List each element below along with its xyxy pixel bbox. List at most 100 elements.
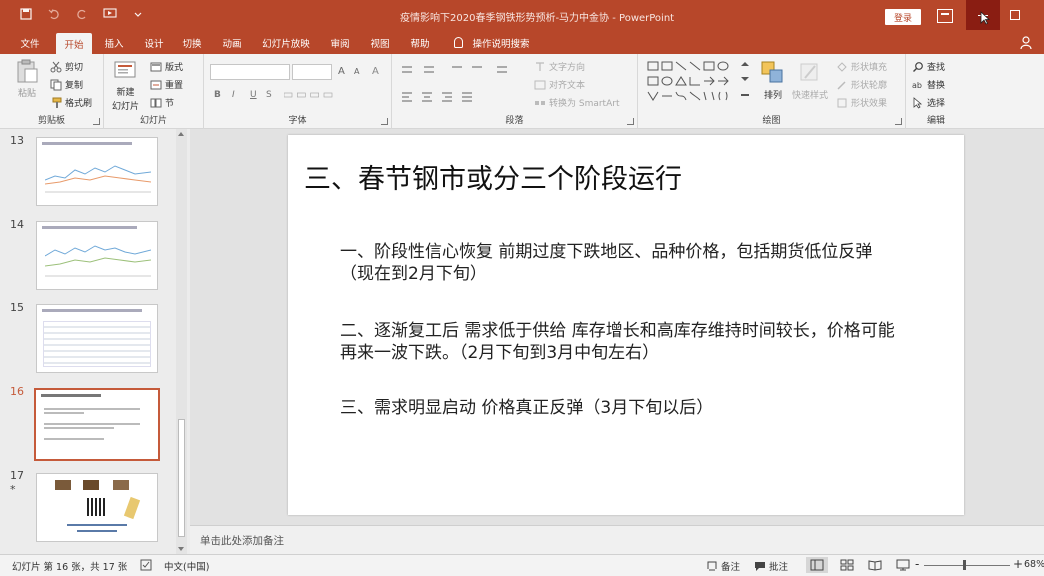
search-icon: [913, 61, 923, 72]
slide-thumbnail-15[interactable]: [36, 304, 158, 373]
undo-icon[interactable]: [46, 6, 62, 22]
font-launcher[interactable]: [381, 118, 388, 125]
customize-qat-icon[interactable]: [130, 6, 146, 22]
paste-button[interactable]: 粘贴: [14, 58, 40, 99]
tab-view[interactable]: 视图: [364, 32, 396, 54]
tab-animations[interactable]: 动画: [216, 32, 248, 54]
tell-me-search[interactable]: 操作说明搜索: [470, 32, 532, 54]
current-slide[interactable]: 三、春节钢市或分三个阶段运行 一、阶段性信心恢复 前期过度下跌地区、品种价格，包…: [288, 135, 964, 515]
text-direction-button[interactable]: 文字方向: [534, 60, 585, 73]
slideshow-view-button[interactable]: [896, 559, 910, 571]
new-slide-button[interactable]: 新建 幻灯片: [112, 58, 139, 112]
comments-label: 批注: [769, 562, 789, 573]
notes-pane[interactable]: 单击此处添加备注: [190, 525, 1044, 554]
thumbnail-scrollbar[interactable]: [176, 129, 187, 554]
layout-label: 版式: [165, 63, 184, 73]
comments-button[interactable]: 批注: [754, 559, 788, 573]
shape-effects-button[interactable]: 形状效果: [836, 96, 887, 109]
start-from-beginning-icon[interactable]: [102, 6, 118, 22]
select-button[interactable]: 选择: [912, 96, 945, 109]
tab-review[interactable]: 审阅: [324, 32, 356, 54]
notes-toggle-button[interactable]: 备注: [706, 559, 740, 573]
zoom-out-button[interactable]: -: [915, 557, 919, 571]
font-misc-buttons[interactable]: [284, 90, 344, 100]
reading-view-button[interactable]: [868, 559, 882, 571]
find-label: 查找: [927, 63, 946, 73]
slide-paragraph-3[interactable]: 三、需求明显启动 价格真正反弹（3月下旬以后）: [340, 397, 900, 419]
scroll-down-arrow-icon[interactable]: [178, 547, 184, 551]
bold-button[interactable]: B: [214, 90, 221, 100]
spelling-check-icon[interactable]: [140, 559, 152, 571]
text-direction-icon: [536, 61, 544, 71]
notes-placeholder: 单击此处添加备注: [200, 535, 284, 547]
find-button[interactable]: 查找: [912, 60, 945, 73]
drawing-launcher[interactable]: [895, 118, 902, 125]
tab-home[interactable]: 开始: [56, 33, 92, 54]
quick-styles-button[interactable]: 快速样式: [792, 60, 828, 101]
paste-label: 粘贴: [17, 89, 36, 99]
align-buttons-icon[interactable]: [402, 90, 522, 104]
format-painter-button[interactable]: 格式刷: [50, 96, 92, 109]
redo-icon[interactable]: [74, 6, 90, 22]
tab-file[interactable]: 文件: [14, 32, 46, 54]
tab-transitions[interactable]: 切换: [176, 32, 208, 54]
language-indicator[interactable]: 中文(中国): [164, 559, 209, 573]
shape-fill-button[interactable]: 形状填充: [836, 60, 887, 73]
zoom-in-button[interactable]: +: [1013, 557, 1023, 571]
arrange-button[interactable]: 排列: [760, 60, 786, 101]
clipboard-launcher[interactable]: [93, 118, 100, 125]
strikethrough-button[interactable]: S: [266, 90, 272, 100]
section-label: 节: [165, 99, 175, 109]
zoom-slider-thumb[interactable]: [963, 560, 966, 570]
zoom-level[interactable]: 68%: [1024, 559, 1044, 570]
paragraph-launcher[interactable]: [627, 118, 634, 125]
list-buttons-icon[interactable]: [402, 64, 522, 78]
normal-view-button[interactable]: [806, 557, 828, 573]
replace-label: 替换: [927, 81, 946, 91]
increase-font-button[interactable]: A: [338, 66, 345, 77]
normal-view-icon: [810, 559, 824, 571]
slide-thumbnail-17[interactable]: [36, 473, 158, 542]
font-name-dropdown[interactable]: [210, 64, 290, 80]
quick-access-toolbar: [18, 6, 146, 22]
underline-button[interactable]: U: [250, 90, 257, 100]
shape-fill-label: 形状填充: [851, 63, 888, 73]
slide-thumbnail-16[interactable]: [34, 388, 160, 461]
pen-outline-icon: [837, 80, 846, 90]
reset-button[interactable]: 重置: [150, 78, 183, 91]
share-user-icon[interactable]: [1020, 36, 1034, 50]
layout-button[interactable]: 版式: [150, 60, 183, 73]
shapes-gallery[interactable]: [646, 60, 752, 104]
copy-button[interactable]: 复制: [50, 78, 83, 91]
font-size-dropdown[interactable]: [292, 64, 332, 80]
slide-thumbnails-pane: 13 14 15 16 17 *: [0, 129, 190, 554]
sign-in-button[interactable]: 登录: [885, 9, 921, 25]
scrollbar-thumb[interactable]: [178, 419, 185, 537]
tab-insert[interactable]: 插入: [98, 32, 130, 54]
replace-button[interactable]: ab 替换: [912, 78, 946, 92]
lightbulb-icon: [454, 37, 463, 48]
tab-design[interactable]: 设计: [138, 32, 170, 54]
cut-button[interactable]: 剪切: [50, 60, 83, 73]
align-text-button[interactable]: 对齐文本: [534, 78, 585, 91]
ribbon-display-options-icon[interactable]: [937, 9, 953, 23]
decrease-font-button[interactable]: A: [354, 67, 359, 76]
slide-paragraph-2[interactable]: 二、逐渐复工后 需求低于供给 库存增长和高库存维持时间较长，价格可能再来一波下跌…: [340, 320, 900, 364]
save-icon[interactable]: [18, 6, 34, 22]
slide-thumbnail-13[interactable]: [36, 137, 158, 206]
slide-thumbnail-14[interactable]: [36, 221, 158, 290]
slide-title[interactable]: 三、春节钢市或分三个阶段运行: [304, 157, 682, 196]
comment-icon: [755, 562, 765, 571]
section-button[interactable]: 节: [150, 96, 174, 109]
italic-button[interactable]: I: [232, 90, 235, 100]
scroll-up-arrow-icon[interactable]: [178, 132, 184, 136]
tab-help[interactable]: 帮助: [404, 32, 436, 54]
shape-outline-button[interactable]: 形状轮廓: [836, 78, 887, 91]
clear-format-button[interactable]: A: [372, 66, 379, 77]
smartart-button[interactable]: 转换为 SmartArt: [534, 96, 619, 109]
tab-slideshow[interactable]: 幻灯片放映: [258, 32, 314, 54]
restore-button[interactable]: [1010, 10, 1020, 20]
slide-sorter-button[interactable]: [840, 559, 854, 571]
zoom-slider-track[interactable]: [924, 565, 1010, 566]
slide-paragraph-1[interactable]: 一、阶段性信心恢复 前期过度下跌地区、品种价格，包括期货低位反弹（现在到2月下旬…: [340, 241, 900, 285]
